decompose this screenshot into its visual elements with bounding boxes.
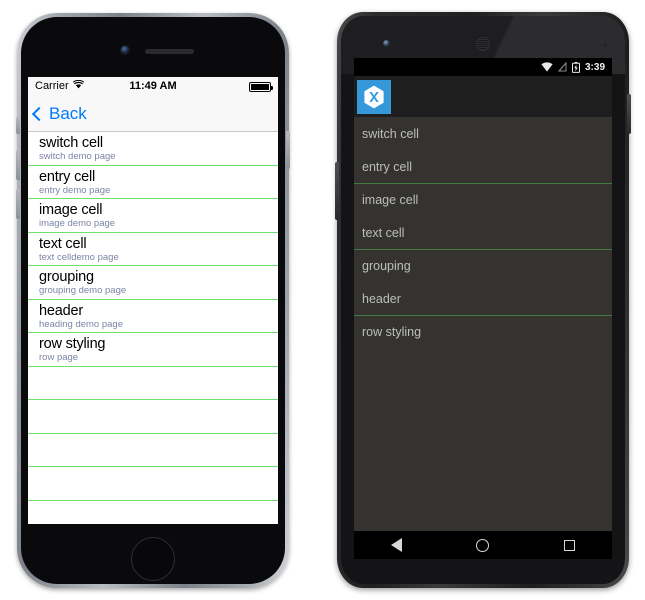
ios-list-item-detail: image demo page [39,218,116,229]
android-list-item[interactable]: header [354,282,612,315]
xamarin-logo-icon[interactable] [357,79,391,114]
front-camera-icon [121,46,129,54]
android-list-item-label: row styling [362,325,422,339]
iphone-volume-up-button[interactable] [16,150,20,180]
ios-list-item-detail: row page [39,352,79,363]
android-list-item-label: switch cell [362,126,419,141]
android-list-item-label: grouping [362,259,411,273]
square-recents-icon[interactable] [563,539,575,551]
ios-list-item-empty [28,501,278,525]
android-list-item[interactable]: grouping [354,249,612,282]
android-power-button[interactable] [627,94,631,134]
ios-list-item-detail: grouping demo page [39,285,127,296]
circle-home-icon[interactable] [476,538,490,552]
ios-list-item-empty [28,400,278,434]
ios-list-item-detail: switch demo page [39,151,116,162]
light-sensor [603,43,607,47]
ios-clock: 11:49 AM [129,80,177,92]
android-list-item-label: text cell [362,225,405,240]
ios-list-item-empty [28,434,278,467]
android-list-item[interactable]: image cell [354,183,612,216]
iphone-volume-down-button[interactable] [16,189,20,219]
android-status-bar: 3:39 [354,58,612,76]
android-action-bar [354,76,612,117]
android-list-view[interactable]: switch cell entry cell image cell text cell… [354,117,612,481]
ios-list-item-empty [28,367,278,400]
iphone-home-button[interactable] [131,537,175,581]
battery-charging-icon [571,61,580,73]
android-screen: 3:39 switch cell entry cell image cell text… [354,58,612,531]
android-list-item-label: entry cell [362,159,413,174]
ios-list-item-empty [28,467,278,501]
ios-list-item[interactable]: grouping grouping demo page [28,266,278,300]
iphone-screen: Carrier 11:49 AM Back switch cell switch… [28,77,278,524]
back-button-label: Back [49,104,87,123]
ios-navigation-bar: Back [28,97,278,132]
ios-list-item-detail: entry demo page [39,184,111,196]
back-button[interactable]: Back [31,104,87,124]
android-clock: 3:39 [584,61,605,73]
ios-list-item[interactable]: row styling row page [28,333,278,367]
ios-list-item-title: header [39,302,83,319]
ios-list-item-title: switch cell [39,135,103,151]
iphone-device-frame: Carrier 11:49 AM Back switch cell switch… [16,13,290,588]
proximity-sensor [589,43,593,47]
android-volume-rocker[interactable] [335,162,339,220]
android-list-item-label: image cell [362,193,419,207]
ios-list-item-title: image cell [39,202,103,218]
iphone-power-button[interactable] [286,131,290,169]
android-list-item[interactable]: entry cell [354,150,612,183]
ios-list-item[interactable]: text cell text celldemo page [28,233,278,266]
ios-list-item-title: text cell [39,235,87,252]
ios-list-item-detail: text celldemo page [39,251,119,263]
battery-full-icon [249,82,273,92]
ios-list-item-title: entry cell [39,168,96,185]
iphone-mute-switch[interactable] [16,117,20,134]
ios-list-item[interactable]: header heading demo page [28,300,278,333]
android-device-frame: 3:39 switch cell entry cell image cell text… [335,12,631,588]
android-list-item[interactable]: row styling [354,315,612,348]
wifi-icon [541,62,553,72]
earpiece-speaker-grille [476,37,490,51]
earpiece-speaker [145,49,194,54]
ios-list-item-detail: heading demo page [39,318,123,330]
ios-status-bar: Carrier 11:49 AM [28,77,278,97]
ios-list-view[interactable]: switch cell switch demo page entry cell ent… [28,132,278,524]
android-list-item-label: header [362,291,401,306]
android-list-item[interactable]: text cell [354,216,612,249]
signal-off-icon [557,62,567,72]
ios-list-item[interactable]: entry cell entry demo page [28,166,278,199]
chevron-left-icon [31,106,47,122]
screenshot-stage: Carrier 11:49 AM Back switch cell switch… [0,0,645,600]
android-navigation-bar [354,531,612,559]
ios-list-item-title: grouping [39,269,94,285]
triangle-back-icon[interactable] [391,538,403,552]
ios-list-item-title: row styling [39,336,106,352]
android-list-item[interactable]: switch cell [354,117,612,150]
ios-list-item[interactable]: switch cell switch demo page [28,132,278,166]
ios-list-item[interactable]: image cell image demo page [28,199,278,233]
front-camera-icon [383,40,390,47]
